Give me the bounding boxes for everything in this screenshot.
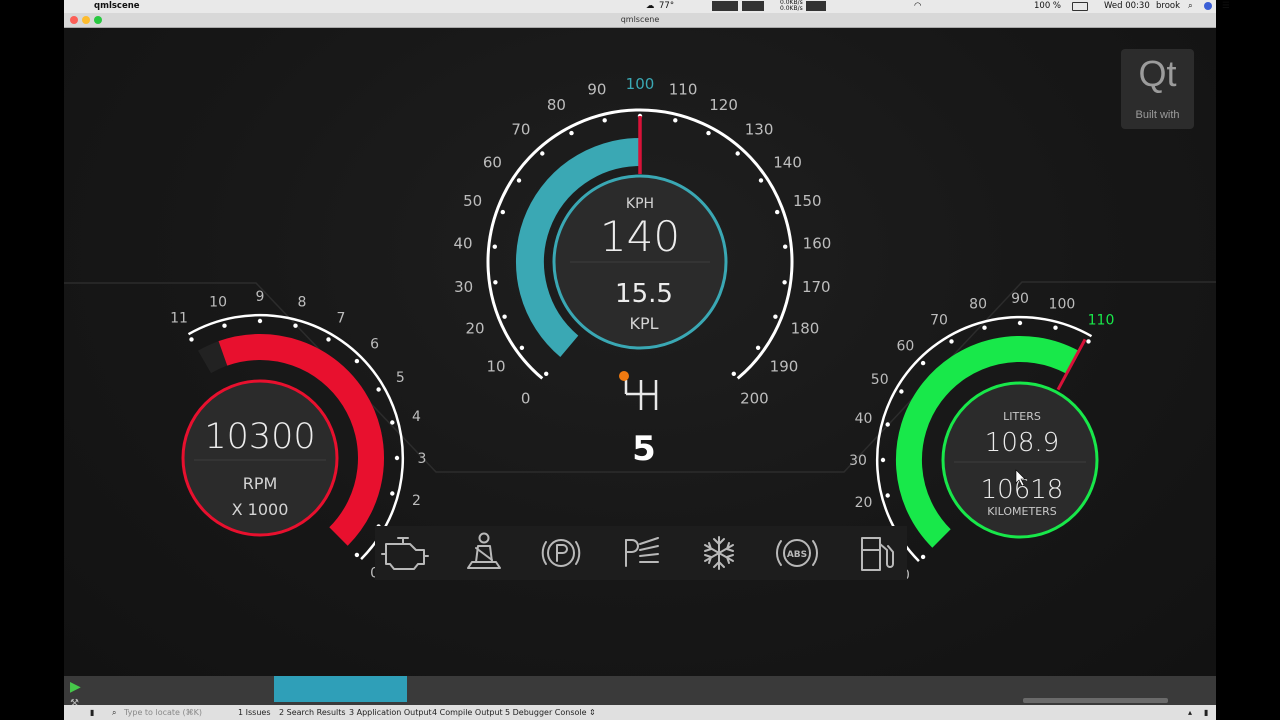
menubar-user[interactable]: brook bbox=[1156, 0, 1180, 13]
warning-lights-panel bbox=[375, 526, 907, 580]
window-title: qmlscene bbox=[620, 15, 660, 24]
toggle-output-pane-icon[interactable]: ▮ bbox=[1204, 705, 1208, 720]
pane-tab-debugger-console[interactable]: 5 Debugger Console bbox=[505, 705, 587, 720]
minimize-window-button[interactable] bbox=[82, 16, 90, 24]
toggle-sidebar-icon[interactable]: ▮ bbox=[90, 705, 94, 720]
locator-input[interactable]: Type to locate (⌘K) bbox=[124, 705, 202, 720]
warning-lights-bar: ABS bbox=[375, 526, 907, 580]
network-download-rate: 0.0KB/s bbox=[780, 5, 803, 12]
pane-tab-issues[interactable]: 1 Issues bbox=[238, 705, 271, 720]
abs-icon-text: ABS bbox=[787, 550, 807, 560]
ide-status-bar: ▮ ⌕ Type to locate (⌘K) 1 Issues 2 Searc… bbox=[64, 705, 1216, 720]
menubar-clock[interactable]: Wed 00:30 bbox=[1104, 0, 1150, 13]
siri-icon[interactable] bbox=[1204, 2, 1212, 10]
pane-tab-search-results[interactable]: 2 Search Results bbox=[279, 705, 346, 720]
horizontal-scrollbar[interactable] bbox=[1023, 698, 1168, 703]
locator-search-icon: ⌕ bbox=[112, 708, 117, 717]
running-app-thumbnail[interactable] bbox=[274, 676, 407, 702]
menu-bar: qmlscene ☁ 77° 0.0KB/s 0.0KB/s ◠ 100 % W… bbox=[64, 0, 1230, 13]
memory-meter[interactable] bbox=[742, 1, 764, 11]
wifi-icon[interactable]: ◠ bbox=[914, 0, 921, 13]
close-window-button[interactable] bbox=[70, 16, 78, 24]
disk-meter[interactable] bbox=[806, 1, 826, 11]
dashboard-screen: Qt Built with 0 10 20 30 40 50 60 70 80 90 100 110 1… bbox=[64, 28, 1216, 676]
app-name-menu[interactable]: qmlscene bbox=[94, 0, 140, 13]
run-icon[interactable]: ▶ bbox=[70, 679, 81, 695]
pane-tab-application-output[interactable]: 3 Application Output bbox=[349, 705, 432, 720]
battery-icon[interactable] bbox=[1072, 2, 1088, 11]
weather-icon: ☁ bbox=[646, 1, 655, 11]
search-icon[interactable]: ⌕ bbox=[1188, 0, 1193, 13]
battery-percent[interactable]: 100 % bbox=[1034, 0, 1061, 13]
window-title-bar: qmlscene bbox=[64, 13, 1216, 28]
ide-bottom-panel: ▶ ⚒ ▮ ⌕ Type to locate (⌘K) 1 Issues 2 S… bbox=[64, 676, 1216, 720]
pane-tab-compile-output[interactable]: 4 Compile Output bbox=[432, 705, 503, 720]
temperature-status[interactable]: 77° bbox=[659, 0, 674, 13]
more-panes-icon[interactable]: ⇕ bbox=[589, 705, 596, 720]
zoom-window-button[interactable] bbox=[94, 16, 102, 24]
notification-center-icon[interactable]: ☰ bbox=[1222, 0, 1230, 13]
cpu-meter[interactable] bbox=[712, 1, 738, 11]
scroll-up-icon[interactable]: ▴ bbox=[1188, 705, 1192, 720]
